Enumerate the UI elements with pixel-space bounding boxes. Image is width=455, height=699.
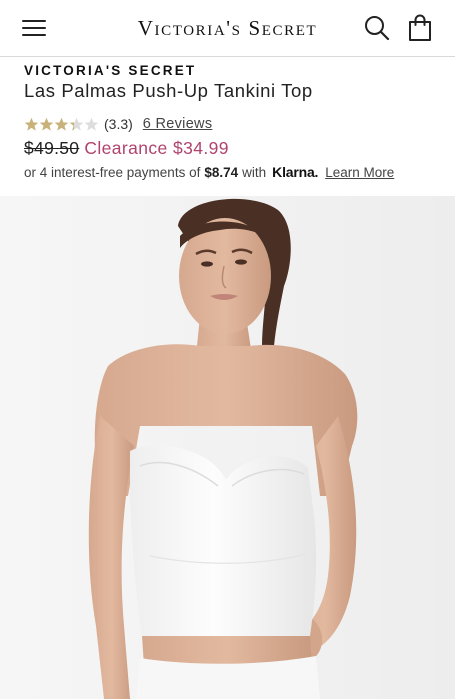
payments-with: with <box>242 164 267 180</box>
payment-amount: $8.74 <box>204 164 239 180</box>
star-icon <box>84 117 99 131</box>
installment-payments: or 4 interest-free payments of $8.74 wit… <box>24 163 394 181</box>
star-icon <box>69 117 84 131</box>
klarna-logo: Klarna. <box>272 164 319 180</box>
shopping-bag-icon[interactable] <box>407 14 433 42</box>
learn-more-link[interactable]: Learn More <box>325 165 394 180</box>
price-row: $49.50 Clearance $34.99 <box>24 137 229 159</box>
product-brand: VICTORIA'S SECRET <box>24 63 197 78</box>
reviews-link[interactable]: 6 Reviews <box>143 116 213 132</box>
payments-prefix: or 4 interest-free payments of <box>24 164 201 180</box>
star-rating <box>24 117 99 132</box>
sale-price: Clearance $34.99 <box>84 137 229 158</box>
rating-value: (3.3) <box>104 116 133 132</box>
star-icon <box>54 117 69 131</box>
search-icon[interactable] <box>364 15 390 41</box>
original-price: $49.50 <box>24 137 80 158</box>
top-header: Victoria's Secret <box>0 0 455 57</box>
product-title: Las Palmas Push-Up Tankini Top <box>24 80 313 101</box>
product-image[interactable] <box>0 196 455 699</box>
rating-row: (3.3) 6 Reviews <box>24 114 212 134</box>
model-photo <box>0 196 455 699</box>
star-icon <box>39 117 54 131</box>
star-icon <box>24 117 39 131</box>
